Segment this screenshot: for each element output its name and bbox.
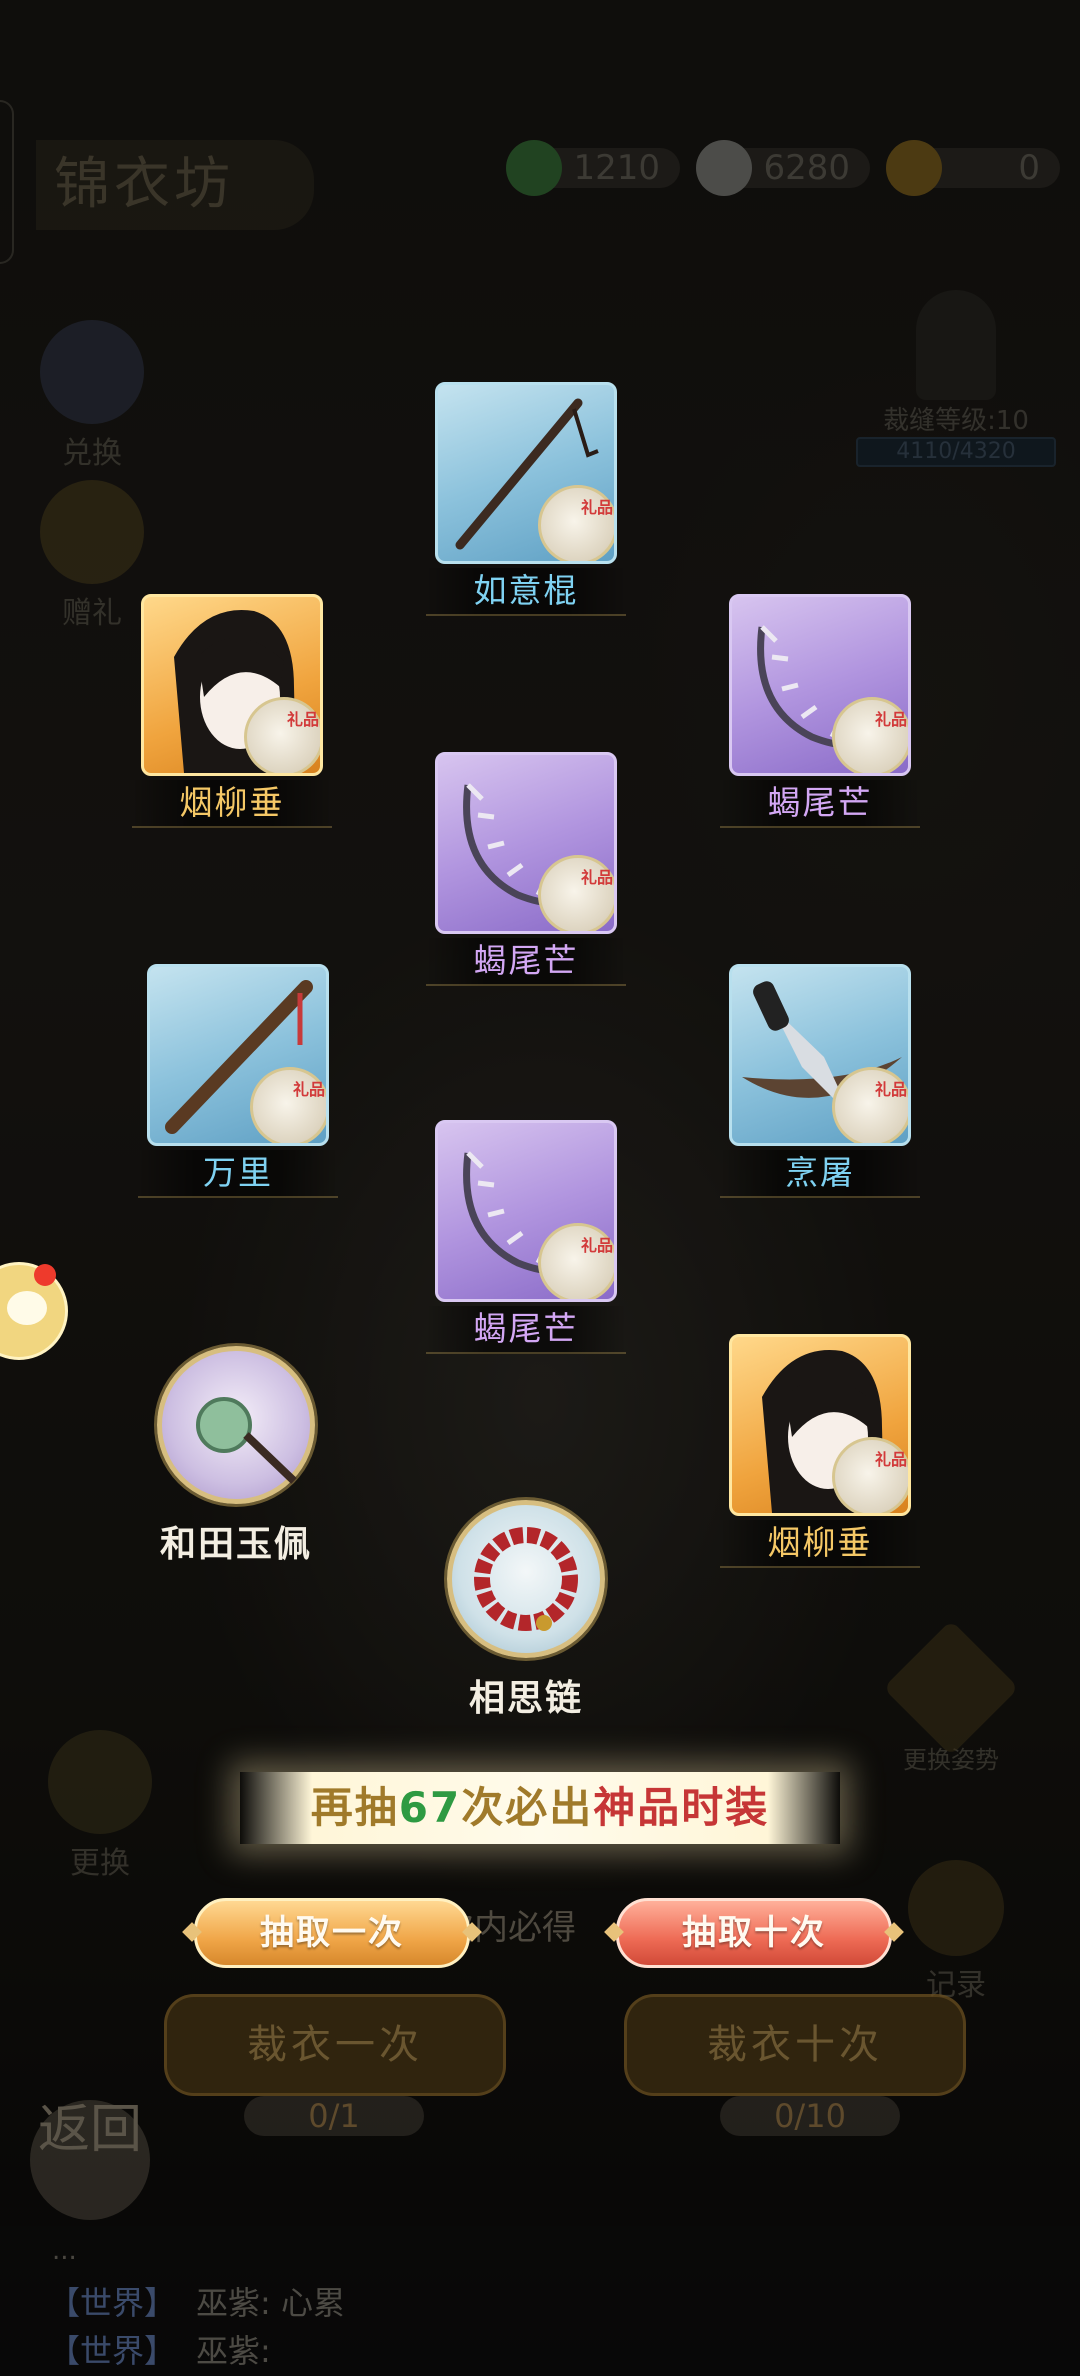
reward-name: 烟柳垂 [132,780,332,828]
gift-tag-icon [832,697,908,773]
pity-prefix: 再抽 [310,1783,399,1832]
gift-tag-icon [832,1067,908,1143]
chat-message: 巫紫: [196,2332,271,2370]
chat-face-icon [7,1291,47,1325]
pity-banner: 再抽67次必出神品时装 [240,1772,840,1844]
tailor-once-cost: 0/1 [244,2096,424,2136]
reward-name: 蝎尾芒 [426,938,626,986]
reward-card [141,594,323,776]
gift-tag-icon [244,697,320,773]
reward-name: 烹屠 [720,1150,920,1198]
reward-card [729,964,911,1146]
reward-card [435,1120,617,1302]
chat-line: 【世界】 巫紫: [48,2326,271,2372]
tailor-ten-cost: 0/10 [720,2096,900,2136]
reward-item[interactable]: 烹屠 [720,964,920,1198]
reward-item[interactable]: 万里 [138,964,338,1198]
notification-dot [34,1264,56,1286]
reward-card [729,1334,911,1516]
gift-tag-icon [538,855,614,931]
gift-tag-icon [538,1223,614,1299]
reward-card [147,964,329,1146]
reward-item[interactable]: 如意棍 [426,382,626,616]
reward-name: 烟柳垂 [720,1520,920,1568]
reward-name: 万里 [138,1150,338,1198]
pity-middle: 次必出 [461,1783,594,1832]
chat-message: 巫紫: 心累 [196,2284,345,2322]
gift-tag-icon [538,485,614,561]
reward-name: 如意棍 [426,568,626,616]
reward-name: 相思链 [468,1678,583,1719]
reward-item[interactable]: 和田玉佩 [136,1346,336,1568]
reward-card [729,594,911,776]
draw-ten-button[interactable]: 抽取十次 [616,1898,892,1968]
bead-bracelet-icon [447,1500,605,1658]
reward-item[interactable]: 烟柳垂 [720,1334,920,1568]
reward-name: 蝎尾芒 [426,1306,626,1354]
reward-item[interactable]: 蝎尾芒 [426,1120,626,1354]
gift-tag-icon [832,1437,908,1513]
reward-item[interactable]: 蝎尾芒 [426,752,626,986]
reward-name: 蝎尾芒 [720,780,920,828]
reward-item[interactable]: 蝎尾芒 [720,594,920,828]
chat-channel: 【世界】 [48,2284,177,2322]
reward-card [435,752,617,934]
chat-line: 【世界】 巫紫: 心累 [48,2278,345,2324]
tailor-ten-button[interactable]: 裁衣十次 [624,1994,966,2096]
back-button[interactable]: 返回 [30,2100,150,2220]
pity-count: 67 [398,1783,462,1832]
reward-item[interactable]: 烟柳垂 [132,594,332,828]
jade-pendant-icon [157,1346,315,1504]
reward-name: 和田玉佩 [159,1524,312,1565]
reward-item[interactable]: 相思链 [426,1500,626,1722]
tailor-once-button[interactable]: 裁衣一次 [164,1994,506,2096]
pity-highlight: 神品时装 [593,1783,770,1832]
chat-channel: 【世界】 [48,2332,177,2370]
draw-once-button[interactable]: 抽取一次 [194,1898,470,1968]
reward-card [435,382,617,564]
gift-tag-icon [250,1067,326,1143]
chat-ellipsis: ... [52,2236,77,2266]
